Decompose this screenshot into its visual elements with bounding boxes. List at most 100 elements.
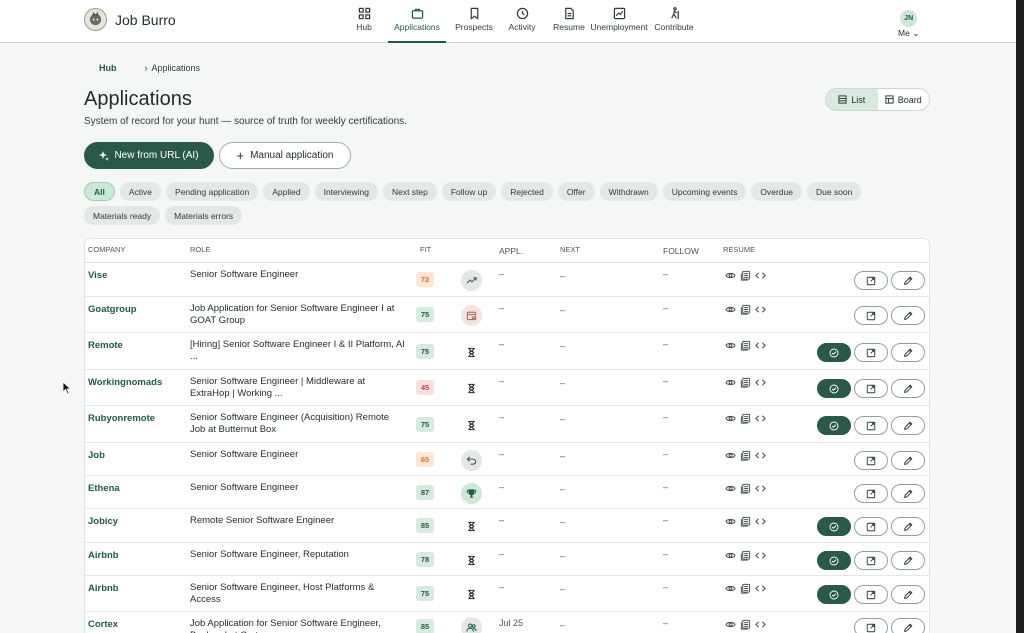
filter-chip[interactable]: Overdue	[751, 182, 802, 201]
code-icon[interactable]	[755, 550, 766, 561]
open-posting-button[interactable]	[854, 484, 888, 503]
mark-applied-button[interactable]	[817, 585, 851, 604]
nav-resume[interactable]: Resume	[549, 0, 589, 42]
mark-applied-button[interactable]	[817, 416, 851, 435]
column-role[interactable]: ROLE	[190, 245, 210, 254]
company-link[interactable]: Cortex	[88, 619, 118, 630]
copy-document-icon[interactable]	[740, 413, 751, 424]
view-list-button[interactable]: List	[826, 89, 878, 110]
view-resume-icon[interactable]	[725, 270, 736, 281]
column-company[interactable]: COMPANY	[88, 245, 125, 254]
new-from-url-button[interactable]: New from URL (AI)	[84, 142, 214, 169]
code-icon[interactable]	[755, 583, 766, 594]
mark-applied-button[interactable]	[817, 551, 851, 570]
mark-applied-button[interactable]	[817, 343, 851, 362]
copy-document-icon[interactable]	[740, 516, 751, 527]
code-icon[interactable]	[755, 619, 766, 630]
edit-button[interactable]	[891, 585, 925, 604]
code-icon[interactable]	[755, 304, 766, 315]
nav-contribute[interactable]: Contribute	[652, 0, 696, 42]
column-next[interactable]: NEXT	[560, 245, 580, 254]
view-resume-icon[interactable]	[725, 413, 736, 424]
edit-button[interactable]	[891, 618, 925, 633]
column-fit[interactable]: FIT	[420, 245, 431, 254]
copy-document-icon[interactable]	[740, 619, 751, 630]
table-row[interactable]: Airbnb Senior Software Engineer, Reputati…	[85, 543, 929, 576]
open-posting-button[interactable]	[854, 271, 888, 290]
copy-document-icon[interactable]	[740, 270, 751, 281]
nav-applications[interactable]: Applications	[388, 0, 446, 43]
copy-document-icon[interactable]	[740, 340, 751, 351]
company-link[interactable]: Vise	[88, 270, 107, 281]
company-link[interactable]: Jobicy	[88, 516, 118, 527]
edit-button[interactable]	[891, 484, 925, 503]
table-row[interactable]: Cortex Job Application for Senior Softwar…	[85, 612, 929, 633]
table-row[interactable]: Job Senior Software Engineer 65 – – –	[85, 443, 929, 476]
table-row[interactable]: Jobicy Remote Senior Software Engineer 85 –…	[85, 509, 929, 543]
view-resume-icon[interactable]	[725, 377, 736, 388]
table-row[interactable]: Remote [Hiring] Senior Software Engineer …	[85, 333, 929, 370]
edit-button[interactable]	[891, 271, 925, 290]
copy-document-icon[interactable]	[740, 483, 751, 494]
edit-button[interactable]	[891, 451, 925, 470]
company-link[interactable]: Rubyonremote	[88, 413, 155, 424]
filter-chip[interactable]: Upcoming events	[662, 182, 747, 201]
filter-chip[interactable]: Materials errors	[165, 206, 243, 225]
mark-applied-button[interactable]	[817, 379, 851, 398]
edit-button[interactable]	[891, 306, 925, 325]
view-resume-icon[interactable]	[725, 340, 736, 351]
manual-application-button[interactable]: + Manual application	[219, 142, 351, 169]
breadcrumb-hub[interactable]: Hub	[99, 63, 117, 73]
status-hourglass-icon[interactable]	[461, 415, 482, 436]
open-posting-button[interactable]	[854, 551, 888, 570]
company-link[interactable]: Goatgroup	[88, 304, 137, 315]
open-posting-button[interactable]	[854, 343, 888, 362]
open-posting-button[interactable]	[854, 451, 888, 470]
table-row[interactable]: Goatgroup Job Application for Senior Soft…	[85, 297, 929, 333]
status-hourglass-icon[interactable]	[461, 378, 482, 399]
view-resume-icon[interactable]	[725, 550, 736, 561]
company-link[interactable]: Workingnomads	[88, 377, 162, 388]
status-hourglass-icon[interactable]	[461, 550, 482, 571]
filter-chip[interactable]: Applied	[263, 182, 310, 201]
copy-document-icon[interactable]	[740, 304, 751, 315]
code-icon[interactable]	[755, 270, 766, 281]
status-calendar-icon[interactable]	[461, 305, 482, 326]
edit-button[interactable]	[891, 379, 925, 398]
open-posting-button[interactable]	[854, 618, 888, 633]
code-icon[interactable]	[755, 516, 766, 527]
view-resume-icon[interactable]	[725, 450, 736, 461]
table-row[interactable]: Vise Senior Software Engineer 72 – – –	[85, 263, 929, 297]
filter-chip[interactable]: Interviewing	[314, 182, 378, 201]
company-link[interactable]: Airbnb	[88, 583, 119, 594]
copy-document-icon[interactable]	[740, 583, 751, 594]
status-hourglass-icon[interactable]	[461, 516, 482, 537]
filter-chip[interactable]: Due soon	[807, 182, 862, 201]
copy-document-icon[interactable]	[740, 377, 751, 388]
filter-chip[interactable]: Offer	[557, 182, 595, 201]
view-resume-icon[interactable]	[725, 516, 736, 527]
view-resume-icon[interactable]	[725, 304, 736, 315]
status-trend-icon[interactable]	[461, 270, 482, 291]
table-row[interactable]: Workingnomads Senior Software Engineer | …	[85, 370, 929, 406]
edit-button[interactable]	[891, 551, 925, 570]
code-icon[interactable]	[755, 377, 766, 388]
open-posting-button[interactable]	[854, 416, 888, 435]
user-menu[interactable]: JN Me ⌄	[898, 10, 919, 39]
filter-chip[interactable]: All	[84, 182, 115, 201]
open-posting-button[interactable]	[854, 585, 888, 604]
code-icon[interactable]	[755, 413, 766, 424]
company-link[interactable]: Job	[88, 450, 105, 461]
nav-hub[interactable]: Hub	[348, 0, 380, 42]
code-icon[interactable]	[755, 483, 766, 494]
table-row[interactable]: Rubyonremote Senior Software Engineer (Ac…	[85, 406, 929, 443]
open-posting-button[interactable]	[854, 379, 888, 398]
filter-chip[interactable]: Withdrawn	[599, 182, 658, 201]
filter-chip[interactable]: Pending application	[166, 182, 259, 201]
brand[interactable]: Job Burro	[84, 8, 176, 31]
status-hourglass-icon[interactable]	[461, 342, 482, 363]
table-row[interactable]: Ethena Senior Software Engineer 87 – – –	[85, 476, 929, 509]
column-appl[interactable]: APPL.	[499, 246, 523, 256]
view-resume-icon[interactable]	[725, 483, 736, 494]
open-posting-button[interactable]	[854, 306, 888, 325]
